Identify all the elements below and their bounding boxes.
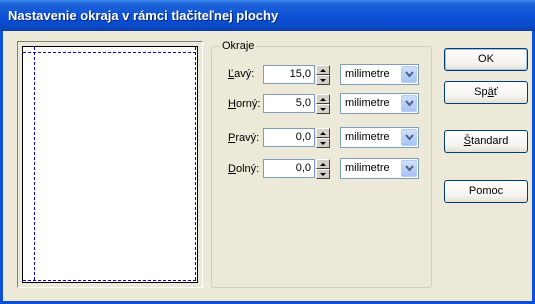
top-unit-dropdown-button[interactable] [401,95,417,112]
bottom-margin-spinner[interactable] [316,159,330,179]
top-label-text: orný: [235,98,261,110]
left-spin-down-button[interactable] [316,75,330,85]
left-unit-dropdown-button[interactable] [401,66,417,83]
chevron-down-icon [405,134,414,141]
right-unit-select[interactable]: milimetre [340,127,419,148]
bottom-margin-input[interactable]: 0,0 [263,159,315,178]
bottom-unit-value: milimetre [345,162,390,174]
left-label-text: avý: [234,68,255,80]
spin-up-icon [320,98,326,101]
top-spin-up-button[interactable] [316,94,330,104]
left-margin-input[interactable]: 15,0 [263,65,315,84]
top-unit-select[interactable]: milimetre [340,93,419,114]
chevron-down-icon [405,71,414,78]
right-unit-dropdown-button[interactable] [401,129,417,146]
right-spin-up-button[interactable] [316,128,330,138]
bottom-spin-up-button[interactable] [316,159,330,169]
top-spin-down-button[interactable] [316,104,330,114]
standard-button[interactable]: Štandard [444,130,528,153]
top-margin-spinner[interactable] [316,94,330,114]
left-unit-select[interactable]: milimetre [340,64,419,85]
title-bar[interactable]: Nastavenie okraja v rámci tlačiteľnej pl… [0,0,535,31]
spin-down-icon [320,173,326,176]
bottom-label-text: olný: [235,163,260,175]
back-button[interactable]: Späť [444,81,528,104]
ok-button[interactable]: OK [444,48,528,71]
right-margin-spinner[interactable] [316,128,330,148]
left-spin-up-button[interactable] [316,65,330,75]
spin-down-icon [320,142,326,145]
standard-button-mnemonic: Š [463,135,472,147]
right-margin-input[interactable]: 0,0 [263,128,315,147]
margins-group-legend: Okraje [220,40,257,52]
top-unit-value: milimetre [345,97,390,109]
bottom-unit-select[interactable]: milimetre [340,158,419,179]
bottom-label-mnemonic: D [228,163,236,175]
help-button[interactable]: Pomoc [444,180,528,203]
spin-down-icon [320,108,326,111]
window-frame-left [0,31,3,304]
chevron-down-icon [405,100,414,107]
spin-up-icon [320,163,326,166]
back-button-text-post: ť [493,86,498,98]
top-margin-label: Horný: [228,98,260,110]
right-label-text: ravý: [235,132,260,144]
dialog-window: Nastavenie okraja v rámci tlačiteľnej pl… [0,0,535,304]
spin-up-icon [320,132,326,135]
margin-guides [23,47,197,282]
top-label-mnemonic: H [228,98,236,110]
left-margin-spinner[interactable] [316,65,330,85]
chevron-down-icon [405,165,414,172]
standard-button-text: tandard [471,135,509,147]
back-button-text-pre: Sp [474,86,488,98]
window-title: Nastavenie okraja v rámci tlačiteľnej pl… [8,8,279,23]
right-spin-down-button[interactable] [316,138,330,148]
right-unit-value: milimetre [345,131,390,143]
spin-down-icon [320,79,326,82]
bottom-spin-down-button[interactable] [316,169,330,179]
left-margin-label: Ľavý: [228,68,254,80]
bottom-margin-label: Dolný: [228,163,259,175]
top-margin-input[interactable]: 5,0 [263,94,315,113]
page-preview [17,41,203,288]
bottom-unit-dropdown-button[interactable] [401,160,417,177]
right-margin-label: Pravý: [228,132,259,144]
left-unit-value: milimetre [345,68,390,80]
spin-up-icon [320,69,326,72]
paper-sheet [22,46,198,283]
